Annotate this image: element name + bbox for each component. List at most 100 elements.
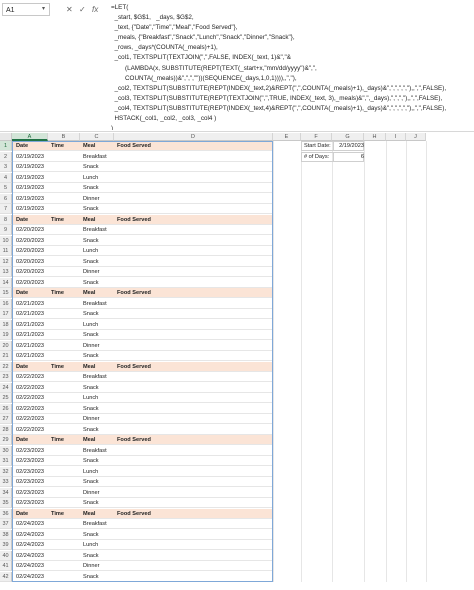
meal-cell[interactable]: Snack	[83, 309, 115, 319]
date-cell[interactable]: 02/20/2023	[16, 267, 52, 277]
time-cell[interactable]	[51, 183, 81, 193]
date-cell[interactable]: 02/21/2023	[16, 330, 52, 340]
date-cell[interactable]: 02/20/2023	[16, 257, 52, 267]
time-cell[interactable]	[51, 225, 81, 235]
food-served-cell[interactable]	[117, 225, 177, 235]
date-cell[interactable]: 02/20/2023	[16, 225, 52, 235]
food-served-cell[interactable]	[117, 299, 177, 309]
meal-cell[interactable]: Lunch	[83, 540, 115, 550]
meal-cell[interactable]: Meal	[83, 509, 115, 519]
column-header-i[interactable]: I	[386, 133, 406, 141]
meal-cell[interactable]: Breakfast	[83, 152, 115, 162]
time-cell[interactable]: Time	[51, 215, 81, 225]
food-served-cell[interactable]	[117, 404, 177, 414]
time-cell[interactable]	[51, 341, 81, 351]
meal-cell[interactable]: Snack	[83, 383, 115, 393]
row-header[interactable]: 1	[0, 141, 12, 152]
row-header[interactable]: 20	[0, 340, 12, 351]
parameter-value[interactable]: 2/19/2023	[335, 142, 364, 151]
row-header[interactable]: 38	[0, 529, 12, 540]
food-served-cell[interactable]	[117, 456, 177, 466]
time-cell[interactable]	[51, 152, 81, 162]
date-cell[interactable]: 02/21/2023	[16, 299, 52, 309]
row-header[interactable]: 8	[0, 214, 12, 225]
meal-cell[interactable]: Snack	[83, 351, 115, 361]
time-cell[interactable]	[51, 446, 81, 456]
meal-cell[interactable]: Snack	[83, 278, 115, 288]
row-header[interactable]: 6	[0, 193, 12, 204]
food-served-cell[interactable]	[117, 572, 177, 582]
time-cell[interactable]	[51, 162, 81, 172]
time-cell[interactable]	[51, 236, 81, 246]
time-cell[interactable]	[51, 519, 81, 529]
cancel-icon[interactable]: ✕	[66, 3, 73, 16]
time-cell[interactable]	[51, 425, 81, 435]
fx-icon[interactable]: fx	[92, 3, 98, 16]
time-cell[interactable]: Time	[51, 288, 81, 298]
meal-cell[interactable]: Snack	[83, 204, 115, 214]
food-served-cell[interactable]: Food Served	[117, 435, 177, 445]
column-header-f[interactable]: F	[301, 133, 332, 141]
date-cell[interactable]: 02/21/2023	[16, 309, 52, 319]
row-header[interactable]: 5	[0, 183, 12, 194]
row-header[interactable]: 9	[0, 225, 12, 236]
meal-cell[interactable]: Snack	[83, 477, 115, 487]
date-cell[interactable]: 02/23/2023	[16, 498, 52, 508]
row-header[interactable]: 35	[0, 498, 12, 509]
food-served-cell[interactable]	[117, 530, 177, 540]
date-cell[interactable]: 02/23/2023	[16, 446, 52, 456]
row-header[interactable]: 31	[0, 456, 12, 467]
meal-cell[interactable]: Dinner	[83, 341, 115, 351]
meal-cell[interactable]: Meal	[83, 141, 115, 151]
meal-cell[interactable]: Breakfast	[83, 299, 115, 309]
food-served-cell[interactable]	[117, 414, 177, 424]
food-served-cell[interactable]	[117, 162, 177, 172]
row-header[interactable]: 23	[0, 372, 12, 383]
time-cell[interactable]: Time	[51, 435, 81, 445]
row-header[interactable]: 26	[0, 403, 12, 414]
meal-cell[interactable]: Breakfast	[83, 446, 115, 456]
date-cell[interactable]: 02/22/2023	[16, 393, 52, 403]
time-cell[interactable]	[51, 467, 81, 477]
time-cell[interactable]	[51, 351, 81, 361]
date-cell[interactable]: 02/20/2023	[16, 246, 52, 256]
row-header[interactable]: 13	[0, 267, 12, 278]
row-header[interactable]: 22	[0, 361, 12, 372]
time-cell[interactable]: Time	[51, 509, 81, 519]
meal-cell[interactable]: Lunch	[83, 246, 115, 256]
start-date-cell[interactable]: Start Date: 2/19/2023	[301, 141, 364, 152]
meal-cell[interactable]: Dinner	[83, 414, 115, 424]
row-header[interactable]: 29	[0, 435, 12, 446]
row-header[interactable]: 3	[0, 162, 12, 173]
time-cell[interactable]	[51, 194, 81, 204]
column-header-a[interactable]: A	[12, 133, 48, 141]
time-cell[interactable]: Time	[51, 141, 81, 151]
row-header[interactable]: 2	[0, 151, 12, 162]
row-header[interactable]: 39	[0, 540, 12, 551]
meal-cell[interactable]: Meal	[83, 362, 115, 372]
food-served-cell[interactable]	[117, 446, 177, 456]
food-served-cell[interactable]	[117, 330, 177, 340]
row-header[interactable]: 12	[0, 256, 12, 267]
column-header-c[interactable]: C	[80, 133, 114, 141]
days-count-cell[interactable]: # of Days: 6	[301, 151, 364, 162]
food-served-cell[interactable]	[117, 393, 177, 403]
row-header[interactable]: 28	[0, 424, 12, 435]
food-served-cell[interactable]	[117, 320, 177, 330]
date-cell[interactable]: Date	[16, 435, 52, 445]
food-served-cell[interactable]	[117, 425, 177, 435]
meal-cell[interactable]: Snack	[83, 551, 115, 561]
time-cell[interactable]	[51, 173, 81, 183]
date-cell[interactable]: 02/24/2023	[16, 551, 52, 561]
time-cell[interactable]	[51, 572, 81, 582]
date-cell[interactable]: Date	[16, 509, 52, 519]
time-cell[interactable]	[51, 309, 81, 319]
meal-cell[interactable]: Lunch	[83, 173, 115, 183]
food-served-cell[interactable]: Food Served	[117, 215, 177, 225]
meal-cell[interactable]: Lunch	[83, 467, 115, 477]
row-header[interactable]: 10	[0, 235, 12, 246]
meal-cell[interactable]: Snack	[83, 530, 115, 540]
date-cell[interactable]: 02/19/2023	[16, 162, 52, 172]
row-header[interactable]: 33	[0, 477, 12, 488]
time-cell[interactable]	[51, 530, 81, 540]
